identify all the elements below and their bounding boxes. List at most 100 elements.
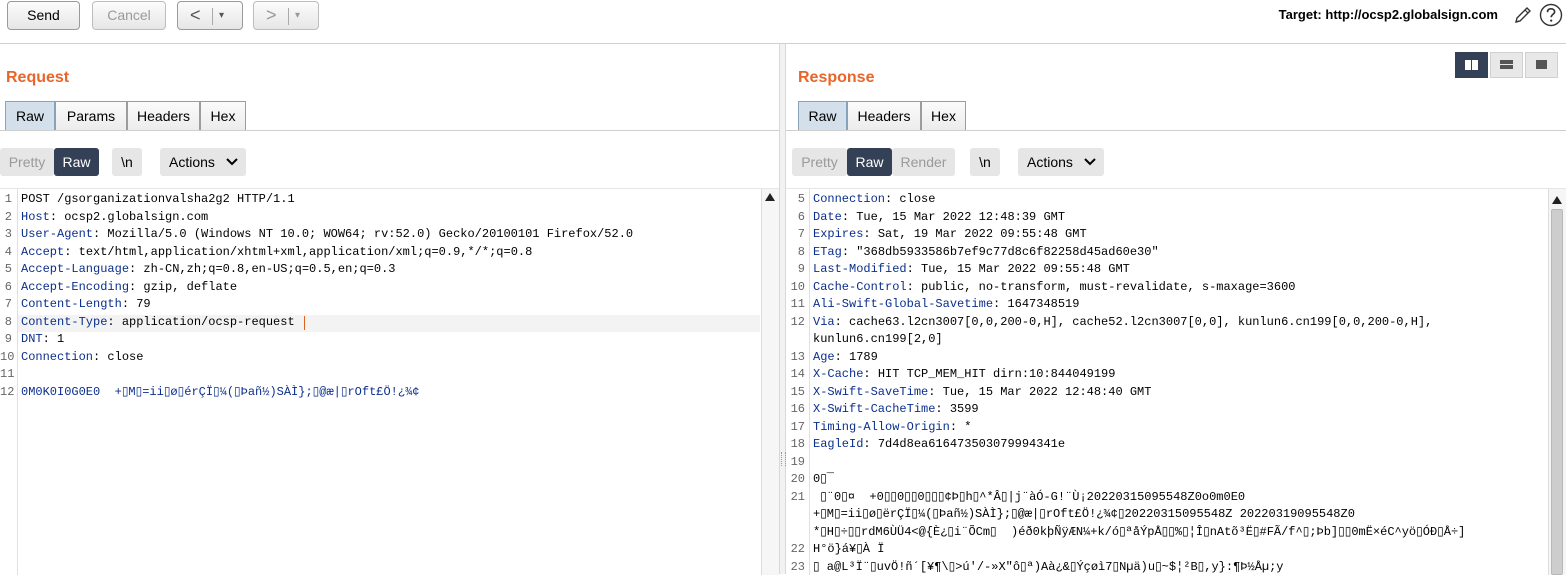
line-number: 8 [0, 314, 12, 331]
header-name: X-Cache [813, 367, 863, 381]
line-text: Timing-Allow-Origin: * [813, 419, 971, 436]
code-line: *▯H▯÷▯▯rdM6ÙÜ4<@{È¿▯i¨ÕCm▯ )éð0kþÑÿÆN¼+k… [786, 524, 1546, 541]
scroll-up-icon[interactable] [1552, 196, 1562, 204]
tab-params[interactable]: Params [55, 101, 127, 130]
code-line: 6Accept-Encoding: gzip, deflate [0, 279, 760, 296]
line-number: 19 [786, 454, 805, 471]
line-number: 3 [0, 226, 12, 243]
header-value: 0▯¯ [813, 472, 834, 486]
tab-raw[interactable]: Raw [798, 101, 847, 130]
line-number: 5 [786, 191, 805, 208]
code-line: 18EagleId: 7d4d8ea616473503079994341e [786, 436, 1546, 453]
header-value: : HIT TCP_MEM_HIT dirn:10:844049199 [863, 367, 1115, 381]
header-value: : 3599 [935, 402, 978, 416]
tab-hex[interactable]: Hex [921, 101, 966, 130]
actions-label: Actions [1027, 154, 1073, 170]
raw-button[interactable]: Raw [54, 148, 99, 176]
pane-splitter[interactable] [779, 44, 786, 574]
request-editor[interactable]: 1POST /gsorganizationvalsha2g2 HTTP/1.12… [0, 188, 779, 575]
layout-side-by-side-icon[interactable] [1455, 52, 1488, 78]
pretty-button[interactable]: Pretty [792, 148, 847, 176]
line-text: kunlun6.cn199[2,0] [813, 331, 943, 348]
code-line: 5Accept-Language: zh-CN,zh;q=0.8,en-US;q… [0, 261, 760, 278]
tab-headers[interactable]: Headers [127, 101, 200, 130]
dropdown-caret-icon[interactable]: ▾ [219, 2, 224, 29]
tab-hex[interactable]: Hex [200, 101, 246, 130]
layout-toggle [1455, 52, 1561, 78]
line-text: Accept: text/html,application/xhtml+xml,… [21, 244, 532, 261]
line-number: 5 [0, 261, 12, 278]
actions-dropdown[interactable]: Actions [160, 148, 246, 176]
back-button[interactable]: < ▾ [177, 1, 243, 30]
header-value: : text/html,application/xhtml+xml,applic… [64, 245, 532, 259]
request-scrollbar[interactable] [761, 189, 779, 575]
scroll-thumb[interactable] [1551, 209, 1563, 575]
code-line: 17Timing-Allow-Origin: * [786, 419, 1546, 436]
header-name: Age [813, 350, 835, 364]
header-value: : "368db5933586b7ef9c77d8c6f82258d45ad60… [842, 245, 1159, 259]
line-text: ETag: "368db5933586b7ef9c77d8c6f82258d45… [813, 244, 1159, 261]
line-number: 7 [0, 296, 12, 313]
header-value: H°ö}á¥▯À Ï [813, 542, 884, 556]
chevron-right-icon: > [266, 2, 277, 29]
line-text: X-Swift-SaveTime: Tue, 15 Mar 2022 12:48… [813, 384, 1151, 401]
header-value: : application/ocsp-request [107, 315, 294, 329]
code-line: 15X-Swift-SaveTime: Tue, 15 Mar 2022 12:… [786, 384, 1546, 401]
layout-stacked-icon[interactable] [1490, 52, 1523, 78]
tab-raw[interactable]: Raw [5, 101, 55, 130]
header-value: : Sat, 19 Mar 2022 09:55:48 GMT [863, 227, 1086, 241]
line-number: 14 [786, 366, 805, 383]
header-name: Timing-Allow-Origin [813, 420, 950, 434]
render-button[interactable]: Render [892, 148, 955, 176]
code-line: kunlun6.cn199[2,0] [786, 331, 1546, 348]
header-name: Ali-Swift-Global-Savetime [813, 297, 993, 311]
line-text: Expires: Sat, 19 Mar 2022 09:55:48 GMT [813, 226, 1087, 243]
header-name: Host [21, 210, 50, 224]
header-value: +▯M▯=ii▯ø▯ërÇÏ▯¼(▯Þañ½)SÀÌ};▯@æ|▯rOft£Ö!… [813, 507, 1355, 521]
cancel-button[interactable]: Cancel [92, 1, 166, 30]
response-scrollbar[interactable] [1548, 189, 1566, 575]
code-line: 23▯ a@L³Ï¨▯uvÖ!ñ´[¥¶\▯>ú'/-»X"ô▯ª)Aà¿&▯Ý… [786, 559, 1546, 575]
line-number: 16 [786, 401, 805, 418]
request-title: Request [6, 69, 69, 87]
code-line: 10Cache-Control: public, no-transform, m… [786, 279, 1546, 296]
newline-toggle[interactable]: \n [970, 148, 1000, 176]
line-number: 4 [0, 244, 12, 261]
line-number: 6 [0, 279, 12, 296]
send-button[interactable]: Send [7, 1, 80, 30]
line-number: 20 [786, 471, 805, 488]
code-line: 12Via: cache63.l2cn3007[0,0,200-0,H], ca… [786, 314, 1546, 331]
raw-button[interactable]: Raw [847, 148, 892, 176]
code-line: 13Age: 1789 [786, 349, 1546, 366]
layout-single-icon[interactable] [1525, 52, 1558, 78]
line-text: Last-Modified: Tue, 15 Mar 2022 09:55:48… [813, 261, 1130, 278]
header-name: EagleId [813, 437, 863, 451]
header-value: : cache63.l2cn3007[0,0,200-0,H], cache52… [835, 315, 1433, 329]
line-text: POST /gsorganizationvalsha2g2 HTTP/1.1 [21, 191, 295, 208]
header-name: X-Swift-SaveTime [813, 385, 928, 399]
code-line: 1POST /gsorganizationvalsha2g2 HTTP/1.1 [0, 191, 760, 208]
pencil-icon[interactable] [1512, 4, 1534, 26]
separator [212, 8, 213, 25]
header-value: : Tue, 15 Mar 2022 12:48:40 GMT [928, 385, 1151, 399]
line-text: Content-Length: 79 [21, 296, 151, 313]
dropdown-caret-icon[interactable]: ▾ [295, 2, 300, 29]
tab-headers[interactable]: Headers [847, 101, 921, 130]
line-text: User-Agent: Mozilla/5.0 (Windows NT 10.0… [21, 226, 633, 243]
code-line: 19 [786, 454, 1546, 471]
code-line: 20 0▯¯ [786, 471, 1546, 488]
line-number: 11 [786, 296, 805, 313]
help-icon[interactable] [1539, 3, 1563, 27]
header-name: Expires [813, 227, 863, 241]
response-editor[interactable]: 5Connection: close6Date: Tue, 15 Mar 202… [786, 188, 1566, 575]
line-number: 9 [0, 331, 12, 348]
actions-dropdown[interactable]: Actions [1018, 148, 1104, 176]
target-label: Target: http://ocsp2.globalsign.com [1279, 7, 1498, 22]
scroll-up-icon[interactable] [765, 193, 775, 201]
header-name: Content-Length [21, 297, 122, 311]
header-value: : zh-CN,zh;q=0.8,en-US;q=0.5,en;q=0.3 [129, 262, 395, 276]
pretty-button[interactable]: Pretty [0, 148, 54, 176]
response-title: Response [798, 69, 874, 87]
newline-toggle[interactable]: \n [112, 148, 142, 176]
forward-button[interactable]: > ▾ [253, 1, 319, 30]
